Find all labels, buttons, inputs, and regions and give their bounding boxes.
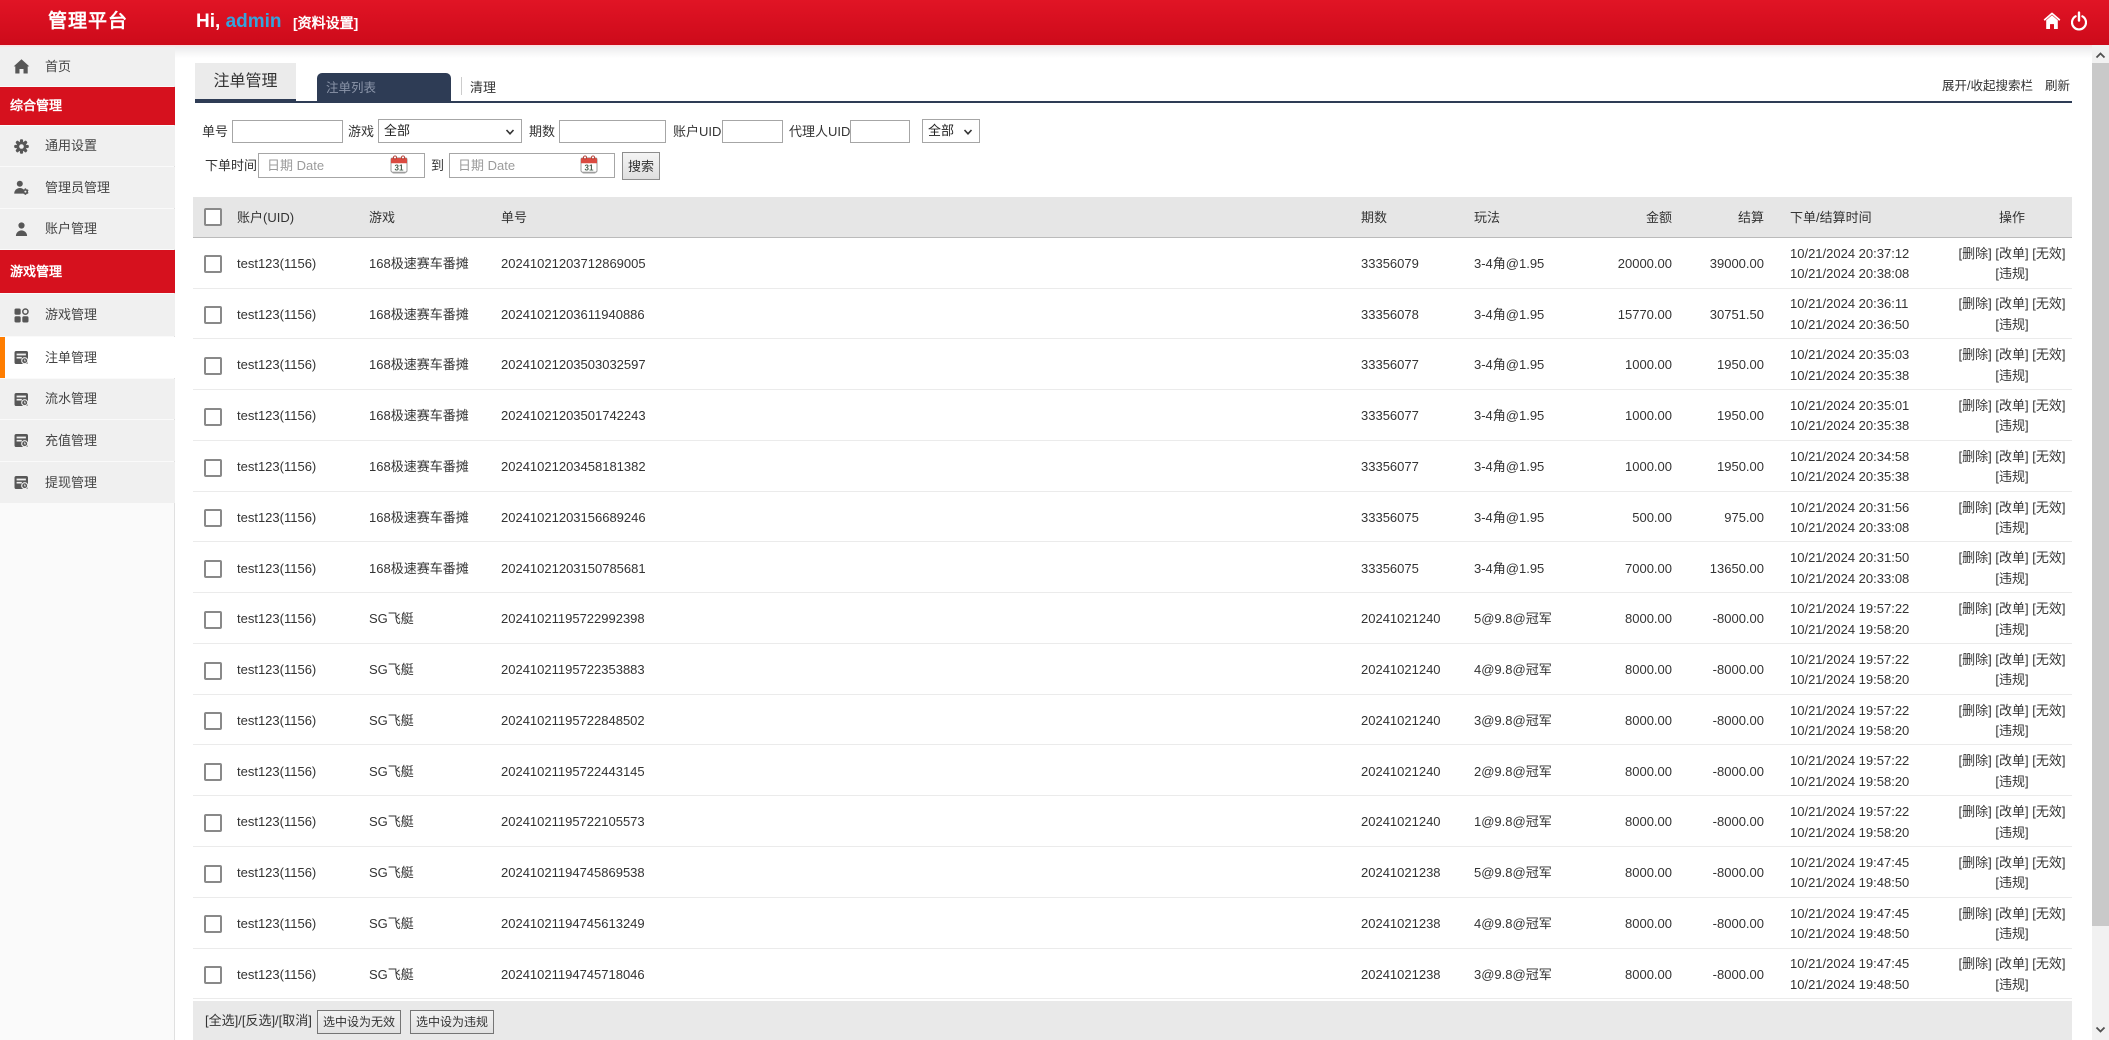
svg-text:31: 31 [395,163,404,172]
svg-text:31: 31 [585,163,594,172]
